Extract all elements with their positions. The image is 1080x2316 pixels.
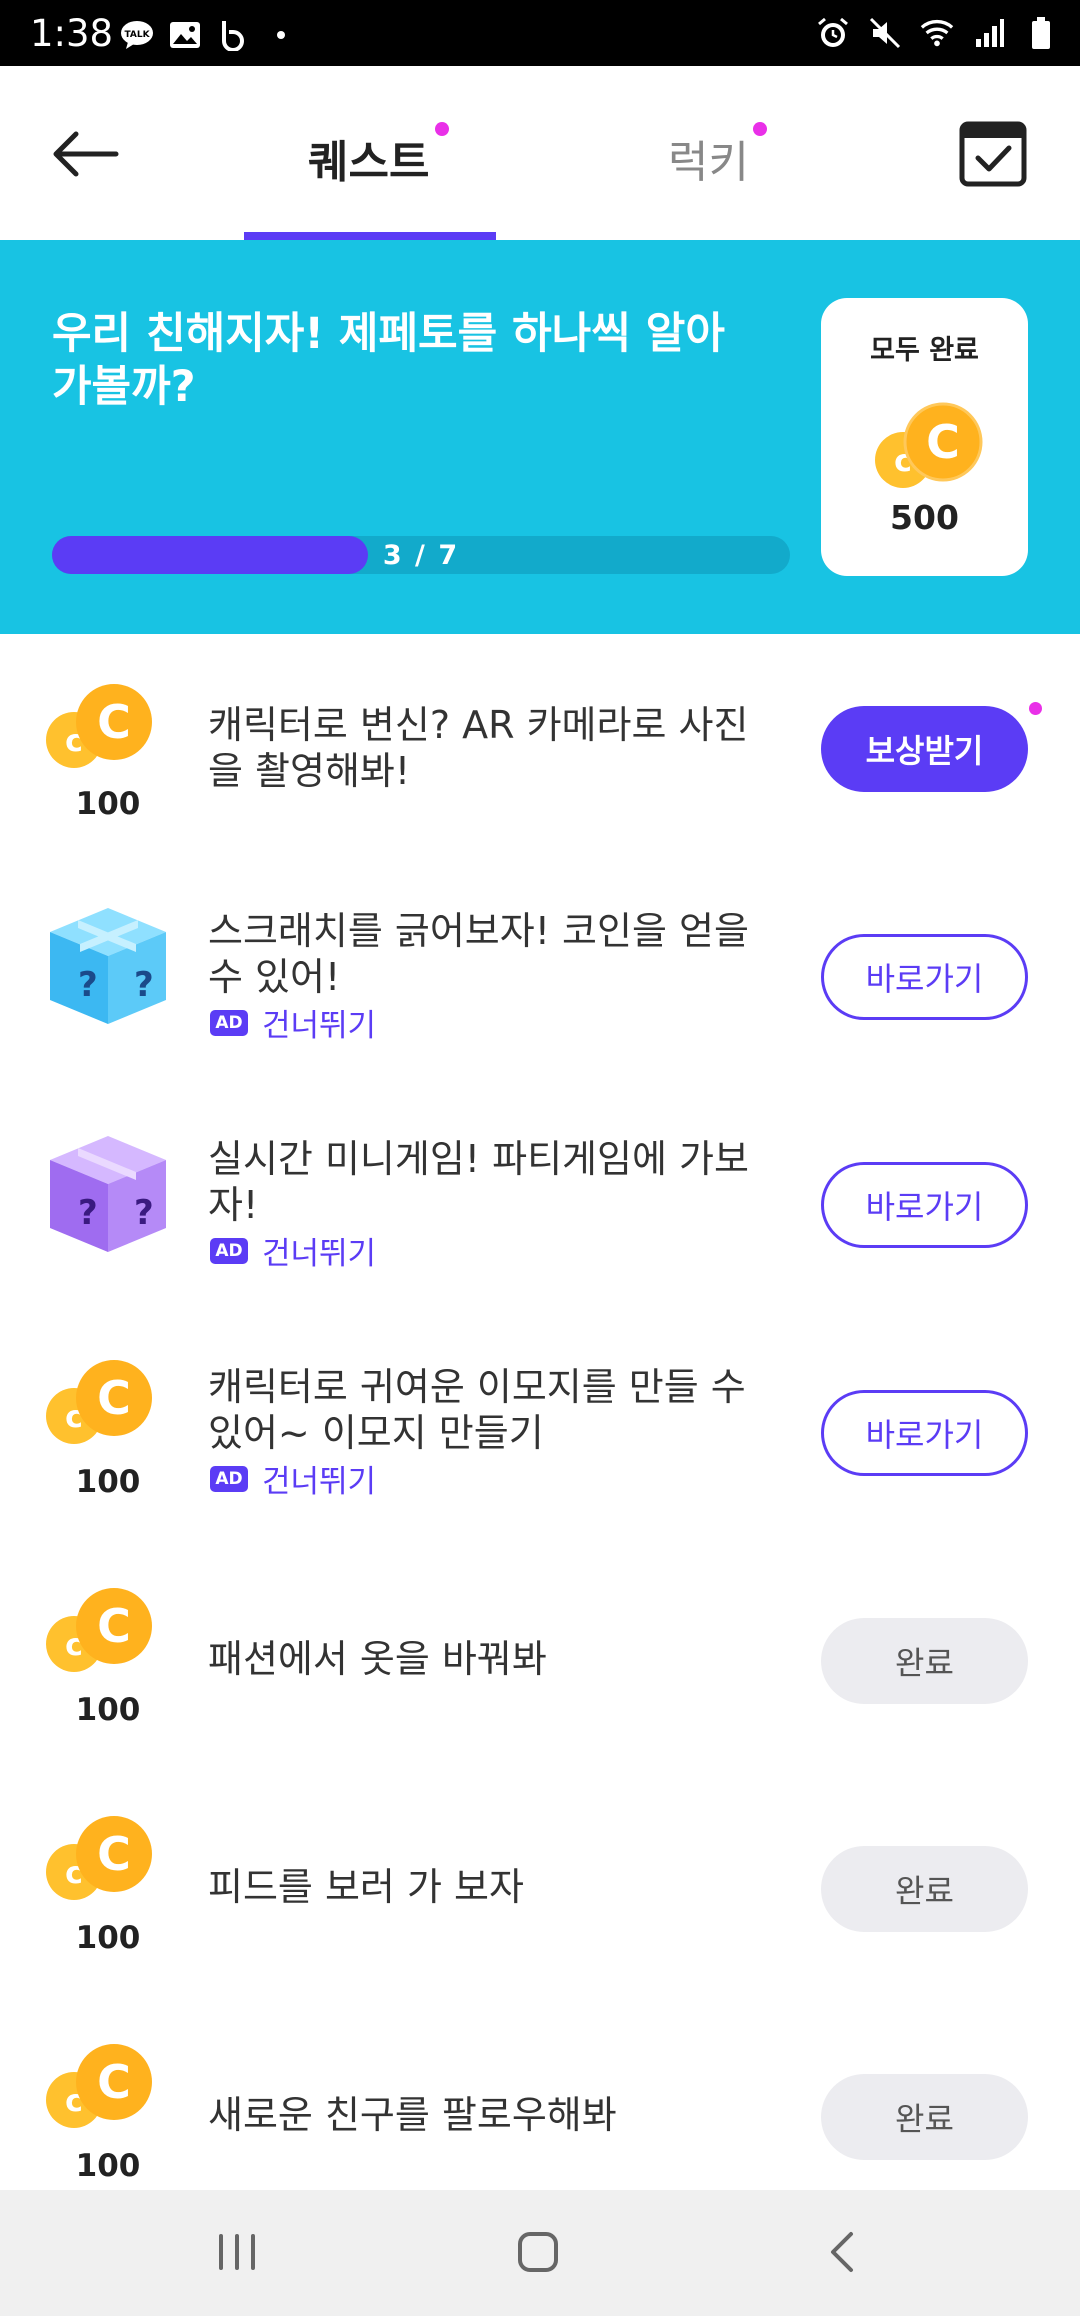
- go-button[interactable]: 바로가기: [821, 1390, 1028, 1476]
- system-back-button[interactable]: [812, 2226, 872, 2282]
- wifi-icon: [920, 16, 954, 50]
- status-bar: 1:38 TALK: [0, 0, 1080, 66]
- ad-skip-link[interactable]: AD 건너뛰기: [210, 1228, 376, 1273]
- ad-skip-link[interactable]: AD 건너뛰기: [210, 1456, 376, 1501]
- all-complete-reward-card[interactable]: 모두 완료 cC 500: [821, 298, 1028, 576]
- recent-apps-button[interactable]: [207, 2226, 267, 2282]
- mute-icon: [868, 16, 902, 50]
- back-icon: [827, 2230, 857, 2278]
- quest-title: 캐릭터로 귀여운 이모지를 만들 수 있어~ 이모지 만들기: [208, 1365, 746, 1455]
- quest-item: ?? 실시간 미니게임! 파티게임에 가보자! AD 건너뛰기 바로가기: [0, 1090, 1080, 1318]
- quest-banner: 우리 친해지자! 제페토를 하나씩 알아가볼까? 3 / 7 모두 완료 cC …: [0, 240, 1080, 634]
- go-button-label: 바로가기: [865, 1416, 984, 1454]
- quest-item: ?? 스크래치를 긁어보자! 코인을 얻을 수 있어! AD 건너뛰기 바로가기: [0, 862, 1080, 1090]
- claim-reward-button[interactable]: 보상받기: [821, 702, 1042, 792]
- home-icon: [516, 2230, 560, 2278]
- quest-reward-amount: 100: [75, 786, 141, 822]
- battery-icon: [1024, 16, 1058, 50]
- ad-badge: AD: [210, 1465, 248, 1492]
- completed-button: 완료: [821, 1618, 1028, 1704]
- system-nav-bar: [0, 2190, 1080, 2316]
- ad-skip-link[interactable]: AD 건너뛰기: [210, 1000, 376, 1045]
- quest-title: 캐릭터로 변신? AR 카메라로 사진을 촬영해봐!: [208, 703, 749, 793]
- svg-text:?: ?: [78, 1193, 98, 1233]
- band-icon: [216, 18, 250, 52]
- purple-mystery-box-icon: ??: [38, 1120, 178, 1260]
- banner-title: 우리 친해지자! 제페토를 하나씩 알아가볼까?: [52, 309, 725, 412]
- claim-reward-label: 보상받기: [865, 732, 984, 770]
- back-button[interactable]: [40, 116, 130, 196]
- quest-item: cC 100 패션에서 옷을 바꿔봐 완료: [0, 1546, 1080, 1774]
- completed-label: 완료: [895, 1644, 954, 1682]
- calendar-check-icon: [958, 121, 1028, 192]
- svg-text:C: C: [926, 415, 960, 469]
- quest-reward-amount: 100: [75, 1464, 141, 1500]
- quest-item: cC 100 피드를 보러 가 보자 완료: [0, 1774, 1080, 2002]
- calendar-button[interactable]: [958, 118, 1028, 188]
- tab-quest[interactable]: 퀘스트: [308, 122, 450, 190]
- recent-apps-icon: [215, 2232, 259, 2276]
- go-button[interactable]: 바로가기: [821, 1162, 1028, 1248]
- active-tab-indicator: [244, 232, 496, 240]
- kakaotalk-icon: TALK: [120, 18, 154, 52]
- status-time: 1:38: [30, 12, 114, 55]
- svg-text:C: C: [97, 1599, 131, 1653]
- tab-quest-label: 퀘스트: [308, 137, 430, 188]
- quest-progress-bar: 3 / 7: [52, 536, 790, 574]
- reward-amount: 500: [890, 498, 959, 537]
- quest-reward-amount: 100: [75, 2148, 141, 2184]
- back-arrow-icon: [50, 129, 120, 183]
- completed-button: 완료: [821, 1846, 1028, 1932]
- quest-title: 실시간 미니게임! 파티게임에 가보자!: [208, 1137, 749, 1227]
- svg-text:C: C: [97, 2055, 131, 2109]
- go-button-label: 바로가기: [865, 1188, 984, 1226]
- ad-badge: AD: [210, 1237, 248, 1264]
- quest-title: 스크래치를 긁어보자! 코인을 얻을 수 있어!: [208, 909, 749, 999]
- header: 퀘스트 럭키: [0, 66, 1080, 240]
- skip-label: 건너뛰기: [262, 1236, 377, 1272]
- svg-text:C: C: [97, 695, 131, 749]
- svg-text:C: C: [97, 1371, 131, 1425]
- completed-button: 완료: [821, 2074, 1028, 2160]
- signal-icon: [972, 16, 1006, 50]
- svg-text:C: C: [97, 1827, 131, 1881]
- completed-label: 완료: [895, 1872, 954, 1910]
- quest-reward-amount: 100: [75, 1920, 141, 1956]
- progress-text: 3 / 7: [382, 540, 460, 571]
- coin-icon: cC: [863, 398, 987, 502]
- reward-label: 모두 완료: [870, 335, 979, 366]
- svg-text:TALK: TALK: [124, 30, 150, 40]
- tab-lucky-label: 럭키: [668, 137, 749, 188]
- reward-notification-dot: [1029, 702, 1042, 715]
- tab-lucky-notification-dot: [752, 122, 767, 136]
- skip-label: 건너뛰기: [262, 1008, 377, 1044]
- go-button[interactable]: 바로가기: [821, 934, 1028, 1020]
- tab-quest-notification-dot: [435, 122, 450, 136]
- svg-text:?: ?: [78, 965, 98, 1005]
- svg-text:?: ?: [134, 1193, 154, 1233]
- gallery-icon: [168, 18, 202, 52]
- alarm-icon: [816, 16, 850, 50]
- quest-title: 새로운 친구를 팔로우해봐: [208, 2093, 617, 2137]
- blue-mystery-box-icon: ??: [38, 892, 178, 1032]
- svg-text:?: ?: [134, 965, 154, 1005]
- quest-title: 패션에서 옷을 바꿔봐: [208, 1637, 547, 1681]
- completed-label: 완료: [895, 2100, 954, 2138]
- dot-icon: [264, 18, 298, 52]
- quest-item: cC 100 캐릭터로 변신? AR 카메라로 사진을 촬영해봐! 보상받기: [0, 634, 1080, 862]
- ad-badge: AD: [210, 1009, 248, 1036]
- quest-item: cC 100 캐릭터로 귀여운 이모지를 만들 수 있어~ 이모지 만들기 AD…: [0, 1318, 1080, 1546]
- skip-label: 건너뛰기: [262, 1464, 377, 1500]
- home-button[interactable]: [508, 2226, 568, 2282]
- quest-title: 피드를 보러 가 보자: [208, 1865, 524, 1909]
- quest-reward-amount: 100: [75, 1692, 141, 1728]
- tab-lucky[interactable]: 럭키: [668, 122, 767, 190]
- go-button-label: 바로가기: [865, 960, 984, 998]
